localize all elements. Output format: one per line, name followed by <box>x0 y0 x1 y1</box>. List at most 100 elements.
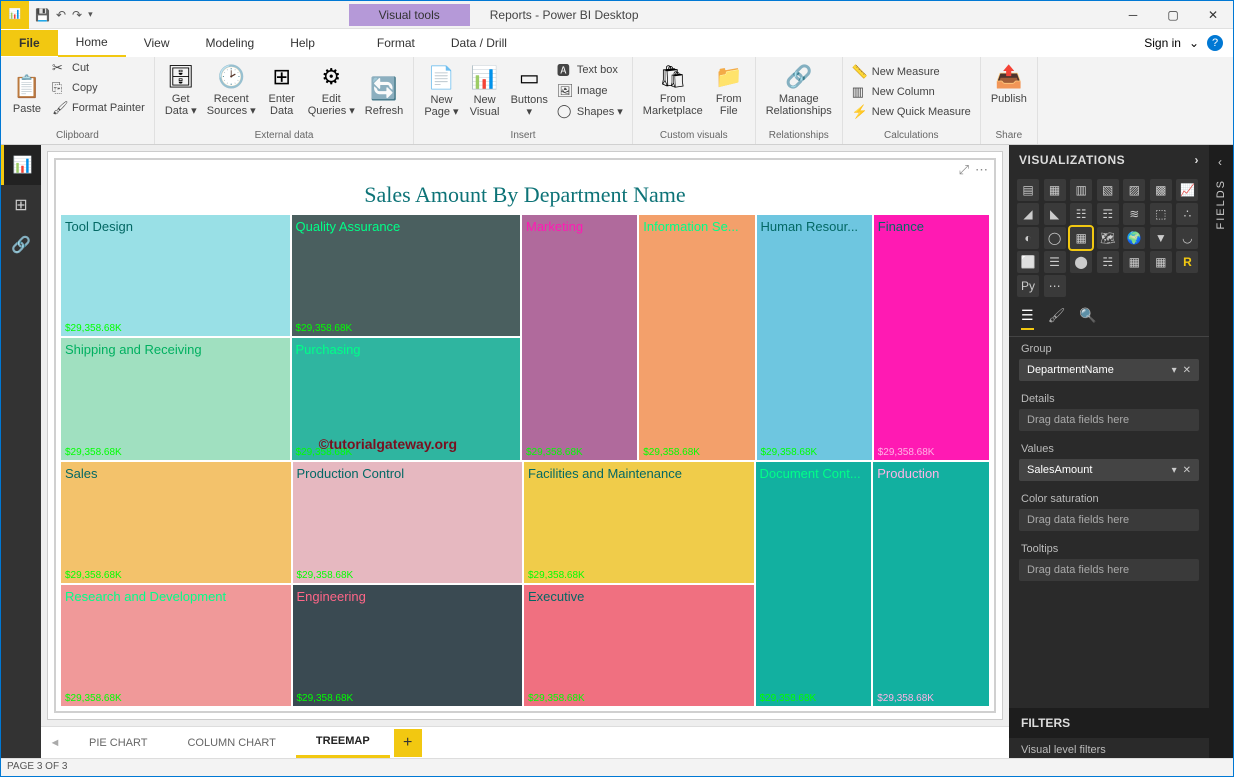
tab-datadrill[interactable]: Data / Drill <box>433 30 525 56</box>
viz-funnel-icon[interactable]: ▼ <box>1150 227 1172 249</box>
viz-line-column2-icon[interactable]: ☶ <box>1097 203 1119 225</box>
details-well[interactable]: Drag data fields here <box>1019 409 1199 431</box>
new-measure-button[interactable]: 📏New Measure <box>849 63 974 81</box>
measure-icon: 📏 <box>852 64 868 80</box>
from-file-button[interactable]: 📁From File <box>709 59 749 119</box>
viz-matrix-icon[interactable]: ▦ <box>1150 251 1172 273</box>
saturation-well[interactable]: Drag data fields here <box>1019 509 1199 531</box>
viz-pie-icon[interactable]: ◐ <box>1017 227 1039 249</box>
fields-pane-collapsed[interactable]: ‹ FIELDS <box>1209 145 1233 758</box>
new-column-button[interactable]: ▥New Column <box>849 83 974 101</box>
viz-map-icon[interactable]: 🗺 <box>1097 227 1119 249</box>
viz-gauge-icon[interactable]: ◡ <box>1176 227 1198 249</box>
page-tab-treemap[interactable]: TREEMAP <box>296 727 390 758</box>
remove-field-icon[interactable]: ✕ <box>1183 365 1191 376</box>
filters-header[interactable]: FILTERS <box>1009 708 1209 738</box>
recent-sources-button[interactable]: 🕑Recent Sources ▾ <box>203 59 260 119</box>
buttons-button[interactable]: ▭Buttons ▾ <box>507 59 552 120</box>
treemap-chart[interactable]: ©tutorialgateway.org Tool Design$29,358.… <box>60 214 990 707</box>
maximize-button[interactable]: ▢ <box>1153 1 1193 29</box>
textbox-button[interactable]: 🅰Text box <box>554 59 626 80</box>
remove-field-icon[interactable]: ✕ <box>1183 465 1191 476</box>
format-painter-button[interactable]: 🖌Format Painter <box>49 99 148 117</box>
paste-button[interactable]: 📋Paste <box>7 59 47 117</box>
viz-donut-icon[interactable]: ◯ <box>1044 227 1066 249</box>
viz-stacked-column-icon[interactable]: ▦ <box>1044 179 1066 201</box>
viz-treemap-icon[interactable]: ▦ <box>1070 227 1092 249</box>
tab-modeling[interactable]: Modeling <box>187 30 272 56</box>
viz-table-icon[interactable]: ▦ <box>1123 251 1145 273</box>
refresh-button[interactable]: 🔄Refresh <box>361 59 408 119</box>
treemap-visual[interactable]: ⤢ ⋯ Sales Amount By Department Name ©tut… <box>54 158 996 713</box>
sign-in-link[interactable]: Sign in <box>1144 36 1181 50</box>
shapes-button[interactable]: ◯Shapes ▾ <box>554 102 626 120</box>
viz-kpi-icon[interactable]: ⬤ <box>1070 251 1092 273</box>
new-quick-measure-button[interactable]: ⚡New Quick Measure <box>849 103 974 121</box>
edit-queries-button[interactable]: ⚙Edit Queries ▾ <box>304 59 359 119</box>
tab-format[interactable]: Format <box>359 30 433 56</box>
close-button[interactable]: ✕ <box>1193 1 1233 29</box>
chevron-right-icon[interactable]: › <box>1195 153 1200 167</box>
tooltips-well[interactable]: Drag data fields here <box>1019 559 1199 581</box>
viz-clustered-bar-icon[interactable]: ▥ <box>1070 179 1092 201</box>
fields-tab-icon[interactable]: ☰ <box>1021 307 1034 330</box>
undo-icon[interactable]: ↶ <box>56 8 66 22</box>
viz-100-column-icon[interactable]: ▩ <box>1150 179 1172 201</box>
manage-relationships-button[interactable]: 🔗Manage Relationships <box>762 59 836 119</box>
add-page-button[interactable]: + <box>394 729 422 757</box>
prev-page-button[interactable]: ◄ <box>41 729 69 757</box>
publish-button[interactable]: 📤Publish <box>987 59 1031 107</box>
file-menu[interactable]: File <box>1 30 58 56</box>
chevron-down-icon[interactable]: ⌄ <box>1189 36 1199 50</box>
viz-ribbon-icon[interactable]: ≋ <box>1123 203 1145 225</box>
viz-scatter-icon[interactable]: ∴ <box>1176 203 1198 225</box>
chevron-down-icon[interactable]: ▾ <box>1172 365 1177 376</box>
report-view-button[interactable]: 📊 <box>1 145 41 185</box>
chevron-left-icon[interactable]: ‹ <box>1218 155 1224 169</box>
viz-slicer-icon[interactable]: ☵ <box>1097 251 1119 273</box>
viz-r-icon[interactable]: R <box>1176 251 1198 273</box>
visual-tools-tab[interactable]: Visual tools <box>349 4 470 26</box>
group-well[interactable]: DepartmentName▾✕ <box>1019 359 1199 381</box>
tab-help[interactable]: Help <box>272 30 333 56</box>
more-options-icon[interactable]: ⋯ <box>975 162 988 178</box>
new-visual-button[interactable]: 📊New Visual <box>465 59 505 120</box>
enter-data-button[interactable]: ⊞Enter Data <box>262 59 302 119</box>
cut-button[interactable]: ✂Cut <box>49 59 148 77</box>
data-view-button[interactable]: ⊞ <box>1 185 41 225</box>
chevron-down-icon[interactable]: ▾ <box>1172 465 1177 476</box>
viz-filled-map-icon[interactable]: 🌍 <box>1123 227 1145 249</box>
viz-100-bar-icon[interactable]: ▨ <box>1123 179 1145 201</box>
viz-line-icon[interactable]: 📈 <box>1176 179 1198 201</box>
viz-card-icon[interactable]: ⬜ <box>1017 251 1039 273</box>
copy-button[interactable]: ⎘Copy <box>49 79 148 97</box>
viz-multirow-icon[interactable]: ☰ <box>1044 251 1066 273</box>
get-data-button[interactable]: 🗄Get Data ▾ <box>161 59 201 119</box>
tab-home[interactable]: Home <box>58 29 126 57</box>
page-tab-pie[interactable]: PIE CHART <box>69 729 167 757</box>
help-icon[interactable]: ? <box>1207 35 1223 51</box>
viz-area-icon[interactable]: ◢ <box>1017 203 1039 225</box>
format-tab-icon[interactable]: 🖌 <box>1048 307 1066 330</box>
viz-line-column-icon[interactable]: ☷ <box>1070 203 1092 225</box>
from-marketplace-button[interactable]: 🛍From Marketplace <box>639 59 707 119</box>
viz-more-icon[interactable]: ⋯ <box>1044 275 1066 297</box>
viz-py-icon[interactable]: Py <box>1017 275 1039 297</box>
page-tab-column[interactable]: COLUMN CHART <box>167 729 295 757</box>
new-page-button[interactable]: 📄New Page ▾ <box>420 59 462 120</box>
model-view-button[interactable]: 🔗 <box>1 225 41 265</box>
image-button[interactable]: 🖼Image <box>554 82 626 100</box>
minimize-button[interactable]: ─ <box>1113 1 1153 29</box>
saturation-well-label: Color saturation <box>1009 487 1209 507</box>
viz-clustered-column-icon[interactable]: ▧ <box>1097 179 1119 201</box>
analytics-tab-icon[interactable]: 🔍 <box>1079 307 1096 330</box>
viz-waterfall-icon[interactable]: ⬚ <box>1150 203 1172 225</box>
save-icon[interactable]: 💾 <box>35 8 50 22</box>
focus-mode-icon[interactable]: ⤢ <box>959 162 969 178</box>
qat-dropdown-icon[interactable]: ▾ <box>88 9 93 20</box>
tab-view[interactable]: View <box>126 30 188 56</box>
redo-icon[interactable]: ↷ <box>72 8 82 22</box>
values-well[interactable]: SalesAmount▾✕ <box>1019 459 1199 481</box>
viz-stacked-bar-icon[interactable]: ▤ <box>1017 179 1039 201</box>
viz-stacked-area-icon[interactable]: ◣ <box>1044 203 1066 225</box>
